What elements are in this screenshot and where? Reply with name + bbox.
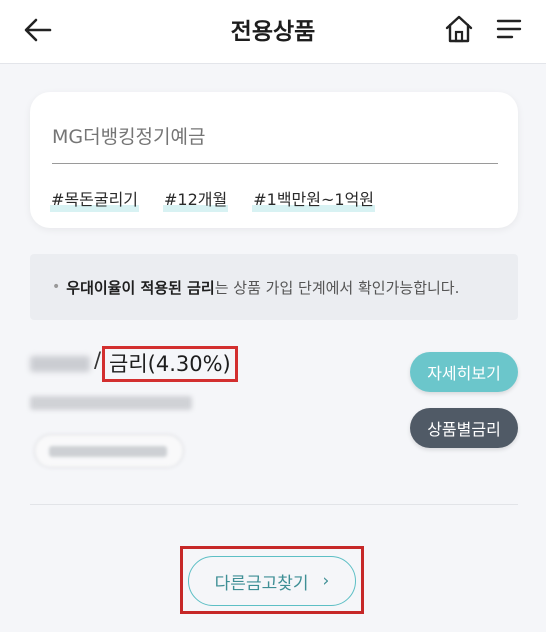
redacted-phone-pill[interactable] [34, 434, 184, 468]
notice-bullet: • [52, 279, 61, 295]
product-search-input[interactable] [52, 116, 498, 164]
separator: / [94, 348, 102, 372]
product-search-card: #목돈굴리기 #12개월 #1백만원~1억원 [30, 92, 518, 228]
notice-text: 우대이율이 적용된 금리는 상품 가입 단계에서 확인가능합니다. [66, 277, 459, 298]
notice-bold-text: 우대이율이 적용된 금리 [66, 278, 215, 297]
view-details-button[interactable]: 자세히보기 [410, 352, 518, 392]
redacted-address [30, 396, 192, 410]
product-rates-button[interactable]: 상품별금리 [410, 408, 518, 448]
interest-rate-label: 금리(4.30%) [102, 346, 238, 382]
tag-amount-range[interactable]: #1백만원~1억원 [252, 186, 375, 212]
tag-12-months[interactable]: #12개월 [163, 186, 228, 212]
divider [30, 504, 518, 505]
redacted-branch-name [30, 356, 90, 372]
tag-list: #목돈굴리기 #12개월 #1백만원~1억원 [50, 186, 375, 212]
rate-notice: • 우대이율이 적용된 금리는 상품 가입 단계에서 확인가능합니다. [30, 254, 518, 320]
chevron-right-icon: › [322, 571, 330, 591]
find-button-label: 다른금고찾기 [214, 573, 309, 594]
app-header: 전용상품 [0, 0, 546, 64]
home-icon[interactable] [442, 12, 476, 46]
tag-lump-sum[interactable]: #목돈굴리기 [50, 186, 139, 212]
notice-rest-text: 는 상품 가입 단계에서 확인가능합니다. [214, 278, 460, 297]
find-other-branch-button[interactable]: 다른금고찾기 › [188, 556, 356, 606]
branch-result: / 금리(4.30%) 자세히보기 상품별금리 [30, 346, 518, 502]
hamburger-menu-icon[interactable] [494, 14, 524, 44]
